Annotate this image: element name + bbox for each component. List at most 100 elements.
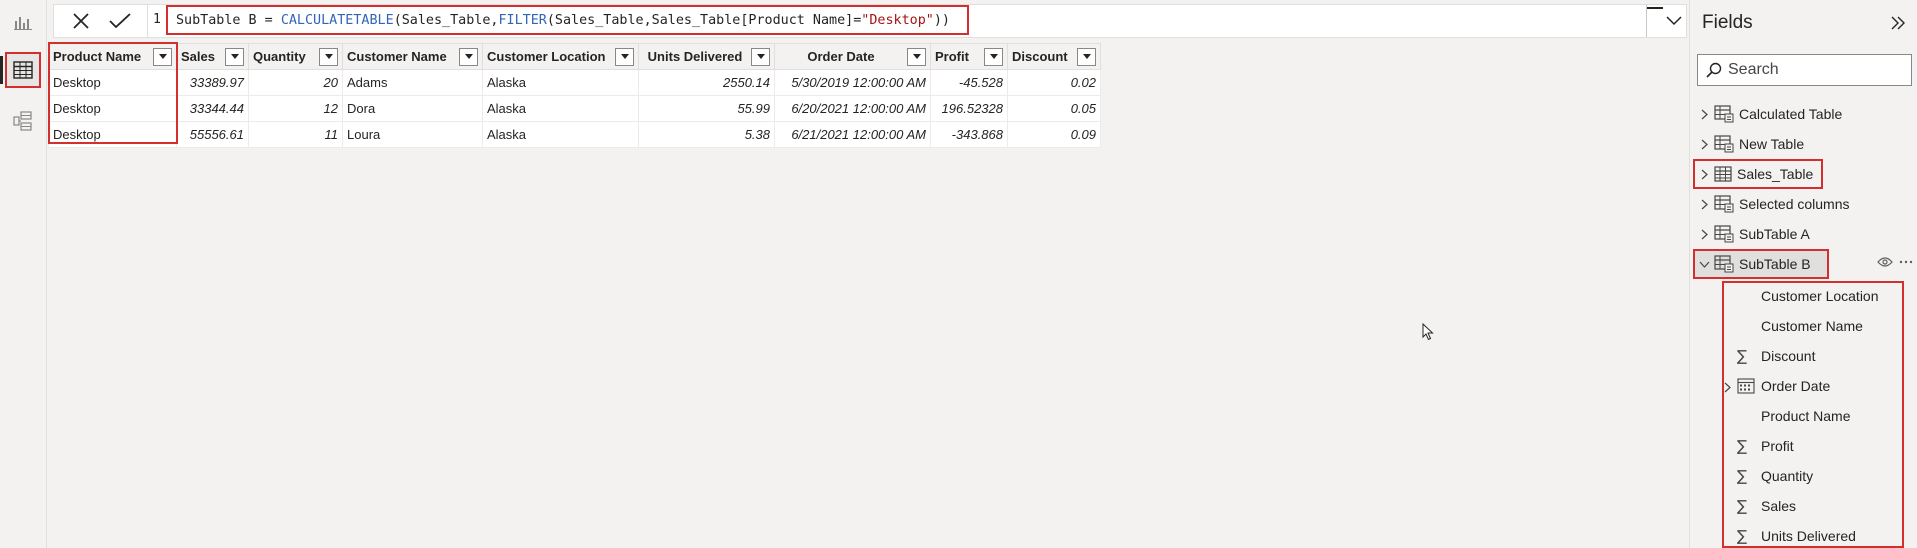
field-item-order-date[interactable]: Order Date bbox=[1737, 373, 1830, 399]
column-filter-button[interactable] bbox=[225, 47, 244, 66]
column-header-customer-name[interactable]: Customer Name bbox=[342, 43, 483, 70]
collapse-pane-button[interactable] bbox=[1887, 12, 1909, 34]
search-input[interactable] bbox=[1728, 61, 1898, 79]
cell-product-name[interactable]: Desktop bbox=[48, 121, 177, 148]
field-item-customer-location[interactable]: Customer Location bbox=[1737, 283, 1879, 309]
field-item-units-delivered[interactable]: ∑ Units Delivered bbox=[1737, 523, 1856, 548]
expand-date-hierarchy-toggle[interactable] bbox=[1724, 381, 1731, 396]
column-filter-button[interactable] bbox=[751, 47, 770, 66]
model-icon bbox=[13, 111, 32, 131]
cell-profit[interactable]: -343.868 bbox=[930, 121, 1008, 148]
column-filter-button[interactable] bbox=[153, 47, 172, 66]
expand-toggle[interactable] bbox=[1698, 261, 1710, 268]
formula-scrollbar[interactable] bbox=[1646, 5, 1663, 37]
cell-discount[interactable]: 0.09 bbox=[1007, 121, 1101, 148]
caret-down-icon bbox=[158, 54, 167, 59]
model-view-button[interactable] bbox=[5, 103, 41, 139]
cell-customer-location[interactable]: Alaska bbox=[482, 121, 639, 148]
cell-quantity[interactable]: 11 bbox=[248, 121, 343, 148]
column-header-quantity[interactable]: Quantity bbox=[248, 43, 343, 70]
cell-units-delivered[interactable]: 5.38 bbox=[638, 121, 775, 148]
cell-order-date[interactable]: 6/21/2021 12:00:00 AM bbox=[774, 121, 931, 148]
column-filter-button[interactable] bbox=[984, 47, 1003, 66]
column-header-label: Customer Location bbox=[487, 49, 606, 64]
column-filter-button[interactable] bbox=[1077, 47, 1096, 66]
column-header-label: Customer Name bbox=[347, 49, 447, 64]
calculated-table-icon bbox=[1714, 255, 1734, 273]
expand-toggle[interactable] bbox=[1698, 169, 1710, 180]
more-icon[interactable] bbox=[1899, 260, 1913, 264]
field-item-label: Customer Name bbox=[1761, 318, 1863, 334]
table-item-calculated-table[interactable]: Calculated Table bbox=[1698, 100, 1842, 128]
formula-input[interactable]: SubTable B = CALCULATETABLE(Sales_Table,… bbox=[166, 5, 969, 35]
fields-pane-title: Fields bbox=[1702, 12, 1753, 33]
column-header-sales[interactable]: Sales bbox=[176, 43, 249, 70]
cell-profit[interactable]: -45.528 bbox=[930, 69, 1008, 96]
formula-function-calculatetable: CALCULATETABLE bbox=[280, 13, 394, 28]
column-header-profit[interactable]: Profit bbox=[930, 43, 1008, 70]
cell-product-name[interactable]: Desktop bbox=[48, 69, 177, 96]
field-item-sales[interactable]: ∑ Sales bbox=[1737, 493, 1796, 519]
cell-customer-location[interactable]: Alaska bbox=[482, 69, 639, 96]
column-filter-button[interactable] bbox=[459, 47, 478, 66]
column-header-units-delivered[interactable]: Units Delivered bbox=[638, 43, 775, 70]
commit-formula-button[interactable] bbox=[106, 9, 134, 33]
cell-customer-name[interactable]: Adams bbox=[342, 69, 483, 96]
cell-customer-location[interactable]: Alaska bbox=[482, 95, 639, 122]
table-item-subtable-b[interactable]: SubTable B bbox=[1693, 249, 1829, 279]
table-item-sales-table[interactable]: Sales_Table bbox=[1693, 159, 1823, 189]
field-item-profit[interactable]: ∑ Profit bbox=[1737, 433, 1794, 459]
eye-icon[interactable] bbox=[1877, 256, 1893, 268]
cell-profit[interactable]: 196.52328 bbox=[930, 95, 1008, 122]
cell-units-delivered[interactable]: 2550.14 bbox=[638, 69, 775, 96]
fields-search[interactable] bbox=[1697, 54, 1912, 86]
cell-units-delivered[interactable]: 55.99 bbox=[638, 95, 775, 122]
field-item-quantity[interactable]: ∑ Quantity bbox=[1737, 463, 1813, 489]
close-icon bbox=[73, 13, 89, 29]
field-item-discount[interactable]: ∑ Discount bbox=[1737, 343, 1815, 369]
chevron-right-icon bbox=[1701, 199, 1708, 209]
cell-discount[interactable]: 0.05 bbox=[1007, 95, 1101, 122]
cell-sales[interactable]: 33344.44 bbox=[176, 95, 249, 122]
field-type-icon: ∑ bbox=[1737, 347, 1761, 365]
cell-customer-name[interactable]: Loura bbox=[342, 121, 483, 148]
cancel-formula-button[interactable] bbox=[67, 9, 95, 33]
column-header-product-name[interactable]: Product Name bbox=[48, 43, 177, 70]
expand-toggle[interactable] bbox=[1698, 139, 1710, 150]
field-item-product-name[interactable]: Product Name bbox=[1737, 403, 1850, 429]
column-header-discount[interactable]: Discount bbox=[1007, 43, 1101, 70]
field-type-icon: ∑ bbox=[1737, 497, 1761, 515]
expand-formula-button[interactable] bbox=[1664, 11, 1684, 31]
cell-sales[interactable]: 33389.97 bbox=[176, 69, 249, 96]
column-header-order-date[interactable]: Order Date bbox=[774, 43, 931, 70]
column-filter-button[interactable] bbox=[319, 47, 338, 66]
left-nav bbox=[0, 0, 47, 548]
cell-order-date[interactable]: 6/20/2021 12:00:00 AM bbox=[774, 95, 931, 122]
cell-quantity[interactable]: 20 bbox=[248, 69, 343, 96]
cell-quantity[interactable]: 12 bbox=[248, 95, 343, 122]
cell-product-name[interactable]: Desktop bbox=[48, 95, 177, 122]
cell-sales[interactable]: 55556.61 bbox=[176, 121, 249, 148]
column-header-customer-location[interactable]: Customer Location bbox=[482, 43, 639, 70]
table-type-icon bbox=[1714, 255, 1734, 273]
column-filter-button[interactable] bbox=[907, 47, 926, 66]
column-filter-button[interactable] bbox=[615, 47, 634, 66]
caret-down-icon bbox=[230, 54, 239, 59]
field-item-customer-name[interactable]: Customer Name bbox=[1737, 313, 1863, 339]
expand-toggle[interactable] bbox=[1698, 229, 1710, 240]
expand-toggle[interactable] bbox=[1698, 109, 1710, 120]
table-type-icon bbox=[1714, 195, 1734, 213]
column-header-label: Order Date bbox=[807, 49, 875, 64]
table-item-subtable-a[interactable]: SubTable A bbox=[1698, 220, 1810, 248]
table-item-selected-columns[interactable]: Selected columns bbox=[1698, 190, 1850, 218]
cell-customer-name[interactable]: Dora bbox=[342, 95, 483, 122]
formula-args-1: (Sales_Table, bbox=[393, 13, 499, 28]
formula-line-number: 1 bbox=[153, 12, 161, 27]
data-view-button[interactable] bbox=[0, 52, 41, 88]
cell-order-date[interactable]: 5/30/2019 12:00:00 AM bbox=[774, 69, 931, 96]
report-view-button[interactable] bbox=[5, 4, 41, 40]
cell-discount[interactable]: 0.02 bbox=[1007, 69, 1101, 96]
expand-toggle[interactable] bbox=[1698, 199, 1710, 210]
table-item-label: New Table bbox=[1739, 136, 1805, 152]
table-item-new-table[interactable]: New Table bbox=[1698, 130, 1804, 158]
